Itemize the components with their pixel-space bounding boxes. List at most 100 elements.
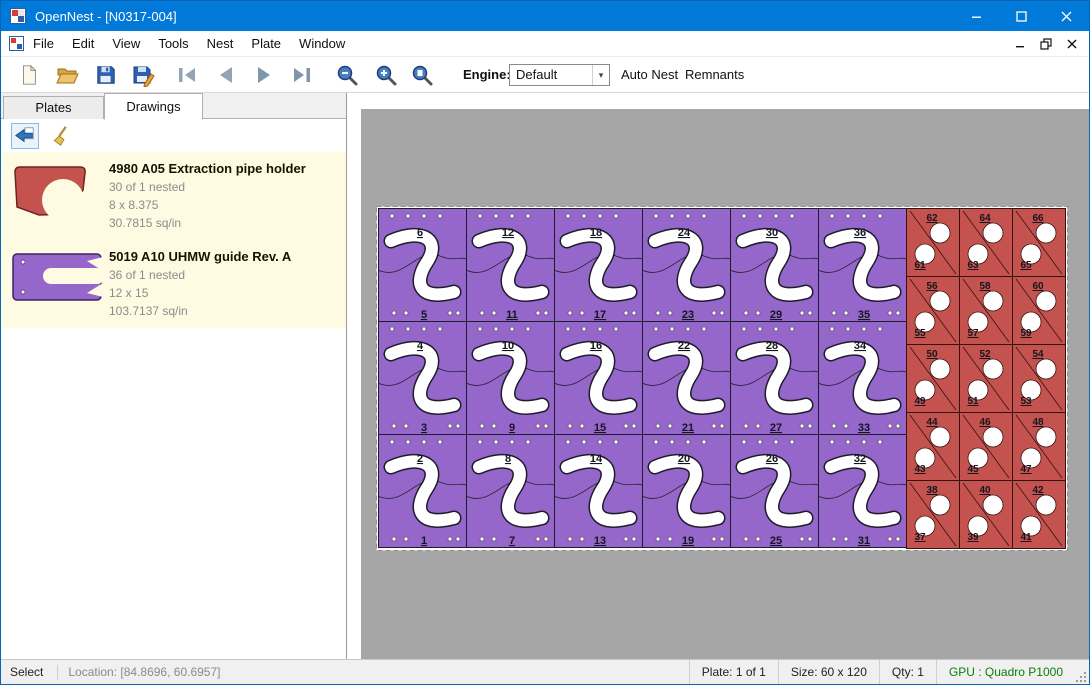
purple-part-pair[interactable]: 2827 (730, 322, 819, 435)
main-toolbar: Engine: Default ▾ Auto Nest Remnants (1, 57, 1089, 93)
tab-plates[interactable]: Plates (3, 96, 104, 119)
svg-text:11: 11 (506, 309, 518, 321)
new-file-icon (18, 64, 40, 86)
first-plate-button[interactable] (173, 62, 201, 88)
purple-part-pair[interactable]: 2019 (642, 435, 731, 548)
red-part-pair[interactable]: 6261 (907, 209, 960, 277)
red-part-pair[interactable]: 5857 (960, 277, 1013, 345)
red-part-pair[interactable]: 5251 (960, 345, 1013, 413)
save-as-button[interactable] (130, 62, 158, 88)
red-part-pair[interactable]: 4241 (1013, 481, 1066, 549)
save-button[interactable] (92, 62, 120, 88)
red-part-pair[interactable]: 5453 (1013, 345, 1066, 413)
svg-text:19: 19 (682, 535, 694, 547)
svg-text:24: 24 (678, 227, 691, 239)
import-drawing-button[interactable] (11, 123, 39, 149)
purple-part-pair[interactable]: 3231 (818, 435, 907, 548)
menu-plate[interactable]: Plate (242, 32, 290, 55)
menu-tools[interactable]: Tools (149, 32, 197, 55)
engine-select[interactable]: Default ▾ (509, 64, 610, 86)
titlebar: OpenNest - [N0317-004] (1, 1, 1089, 31)
new-file-button[interactable] (15, 62, 43, 88)
uhmw-guide-shape-icon (11, 251, 103, 303)
menu-nest[interactable]: Nest (198, 32, 243, 55)
red-part-pair[interactable]: 6665 (1013, 209, 1066, 277)
red-part-pair[interactable]: 4443 (907, 413, 960, 481)
purple-part-pair[interactable]: 3029 (730, 209, 819, 322)
zoom-out-button[interactable] (333, 62, 361, 88)
last-plate-button[interactable] (288, 62, 316, 88)
mdi-restore-button[interactable] (1033, 34, 1059, 54)
svg-text:15: 15 (594, 422, 606, 434)
window-title: OpenNest - [N0317-004] (35, 9, 177, 24)
svg-text:22: 22 (678, 340, 690, 352)
purple-part-pair[interactable]: 21 (378, 435, 467, 548)
red-part-pair[interactable]: 3837 (907, 481, 960, 549)
purple-part-pair[interactable]: 2423 (642, 209, 731, 322)
open-file-button[interactable] (53, 62, 81, 88)
close-button[interactable] (1044, 1, 1089, 31)
previous-plate-button[interactable] (212, 62, 240, 88)
tab-drawings[interactable]: Drawings (104, 93, 203, 120)
zoom-fit-button[interactable] (408, 62, 436, 88)
mdi-close-button[interactable] (1059, 34, 1085, 54)
drawing-list-item[interactable]: 5019 A10 UHMW guide Rev. A 36 of 1 neste… (1, 240, 346, 328)
drawing-nested-count: 36 of 1 nested (109, 268, 338, 282)
last-arrow-icon (290, 63, 314, 87)
cleanup-button[interactable] (49, 123, 77, 149)
purple-part-pair[interactable]: 1413 (554, 435, 643, 548)
purple-part-pair[interactable]: 1615 (554, 322, 643, 435)
purple-part-pair[interactable]: 109 (466, 322, 555, 435)
red-part-pair[interactable]: 4645 (960, 413, 1013, 481)
menu-edit[interactable]: Edit (63, 32, 103, 55)
svg-text:41: 41 (1020, 532, 1032, 543)
red-part-pair[interactable]: 6059 (1013, 277, 1066, 345)
save-icon (95, 64, 117, 86)
purple-part-pair[interactable]: 1817 (554, 209, 643, 322)
purple-part-pair[interactable]: 3433 (818, 322, 907, 435)
purple-part-pair[interactable]: 1211 (466, 209, 555, 322)
svg-text:17: 17 (594, 309, 606, 321)
next-plate-button[interactable] (250, 62, 278, 88)
drawing-list-item[interactable]: 4980 A05 Extraction pipe holder 30 of 1 … (1, 152, 346, 240)
next-arrow-icon (252, 63, 276, 87)
red-part-pair[interactable]: 6463 (960, 209, 1013, 277)
svg-text:60: 60 (1032, 281, 1044, 292)
status-qty: Qty: 1 (879, 660, 936, 684)
svg-text:34: 34 (854, 340, 867, 352)
menu-view[interactable]: View (103, 32, 149, 55)
purple-part-pair[interactable]: 3635 (818, 209, 907, 322)
purple-part-pair[interactable]: 87 (466, 435, 555, 548)
red-part-pair[interactable]: 5049 (907, 345, 960, 413)
svg-text:56: 56 (926, 281, 938, 292)
red-part-pair[interactable]: 4847 (1013, 413, 1066, 481)
minimize-button[interactable] (954, 1, 999, 31)
maximize-button[interactable] (999, 1, 1044, 31)
close-icon (1061, 11, 1072, 22)
auto-nest-button[interactable]: Auto Nest (621, 57, 678, 93)
purple-part-pair[interactable]: 2625 (730, 435, 819, 548)
previous-arrow-icon (214, 63, 238, 87)
menu-file[interactable]: File (24, 32, 63, 55)
nest-plate[interactable]: 6512111817242330293635431091615222128273… (376, 206, 1068, 551)
red-part-pair[interactable]: 4039 (960, 481, 1013, 549)
svg-text:31: 31 (858, 535, 870, 547)
drawing-thumbnail (11, 247, 109, 318)
mdi-minimize-button[interactable] (1007, 34, 1033, 54)
svg-text:14: 14 (590, 453, 603, 465)
engine-selected-value: Default (516, 67, 557, 82)
svg-text:3: 3 (421, 422, 427, 434)
import-drawing-icon (14, 125, 36, 147)
purple-part-pair[interactable]: 2221 (642, 322, 731, 435)
purple-part-pair[interactable]: 43 (378, 322, 467, 435)
status-mode: Select (1, 665, 57, 679)
purple-part-pair[interactable]: 65 (378, 209, 467, 322)
resize-grip[interactable] (1075, 660, 1089, 685)
zoom-in-button[interactable] (372, 62, 400, 88)
remnants-button[interactable]: Remnants (685, 57, 744, 93)
svg-text:64: 64 (979, 213, 991, 224)
svg-text:57: 57 (967, 328, 979, 339)
red-part-pair[interactable]: 5655 (907, 277, 960, 345)
menu-window[interactable]: Window (290, 32, 354, 55)
nest-canvas[interactable]: 6512111817242330293635431091615222128273… (347, 93, 1089, 659)
